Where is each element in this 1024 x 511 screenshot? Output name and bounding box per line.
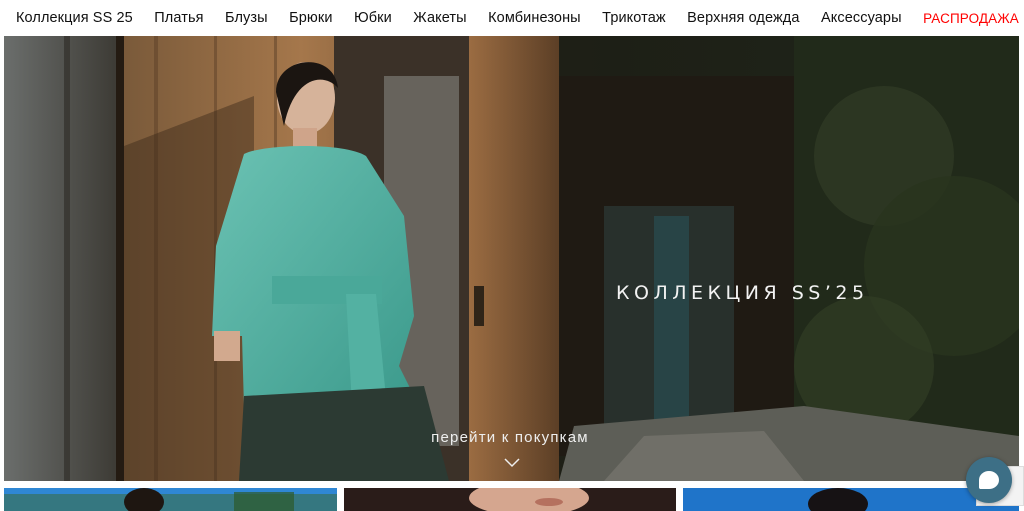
- nav-item-accessories[interactable]: Аксессуары: [821, 10, 902, 26]
- nav-item-sale[interactable]: РАСПРОДАЖА: [923, 11, 1019, 26]
- category-tile-2-photo: [344, 488, 676, 511]
- nav-item-jackets[interactable]: Жакеты: [413, 10, 466, 26]
- category-tile-1-photo: [4, 488, 337, 511]
- top-navigation: Коллекция SS 25 Платья Блузы Брюки Юбки …: [0, 0, 1024, 36]
- nav-item-blouses[interactable]: Блузы: [225, 10, 268, 26]
- nav-item-knitwear[interactable]: Трикотаж: [602, 10, 666, 26]
- nav-item-jumpsuits[interactable]: Комбинезоны: [488, 10, 581, 26]
- nav-item-skirts[interactable]: Юбки: [354, 10, 392, 26]
- chat-bubble-icon: [979, 471, 999, 489]
- chat-widget-button[interactable]: [966, 457, 1012, 503]
- category-tile-1[interactable]: [4, 488, 337, 511]
- nav-item-collection-ss25[interactable]: Коллекция SS 25: [16, 10, 133, 26]
- nav-item-dresses[interactable]: Платья: [154, 10, 203, 26]
- nav-item-trousers[interactable]: Брюки: [289, 10, 332, 26]
- category-tile-2[interactable]: [344, 488, 676, 511]
- shop-now-link[interactable]: перейти к покупкам: [400, 429, 620, 446]
- category-tiles: [0, 488, 1024, 511]
- hero-photo: [4, 36, 1019, 481]
- hero-banner[interactable]: КОЛЛЕКЦИЯ SS’25 перейти к покупкам: [4, 36, 1019, 481]
- chevron-down-icon[interactable]: [504, 458, 520, 468]
- hero-title: КОЛЛЕКЦИЯ SS’25: [616, 282, 869, 304]
- nav-item-outerwear[interactable]: Верхняя одежда: [687, 10, 799, 26]
